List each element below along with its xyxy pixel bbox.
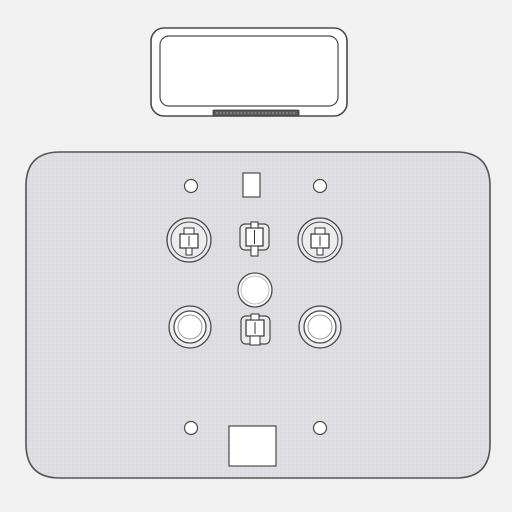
lower-right-socket xyxy=(298,305,342,349)
lower-left-socket xyxy=(168,305,212,349)
mounting-hole-bottom-right xyxy=(312,420,328,436)
panel-drawing xyxy=(25,27,491,479)
mounting-hole-bottom-left xyxy=(183,420,199,436)
mounting-hole-top-left xyxy=(183,178,199,194)
lower-center-connector xyxy=(240,313,271,346)
center-button xyxy=(237,272,273,308)
upper-left-socket xyxy=(166,217,212,263)
top-square-cutout xyxy=(242,172,261,198)
bottom-square-cutout xyxy=(228,425,277,467)
upper-right-socket xyxy=(297,217,343,263)
lid-outer-frame xyxy=(150,27,348,117)
cover-lid xyxy=(150,27,348,117)
mounting-hole-top-right xyxy=(312,178,328,194)
base-plate xyxy=(25,151,491,479)
